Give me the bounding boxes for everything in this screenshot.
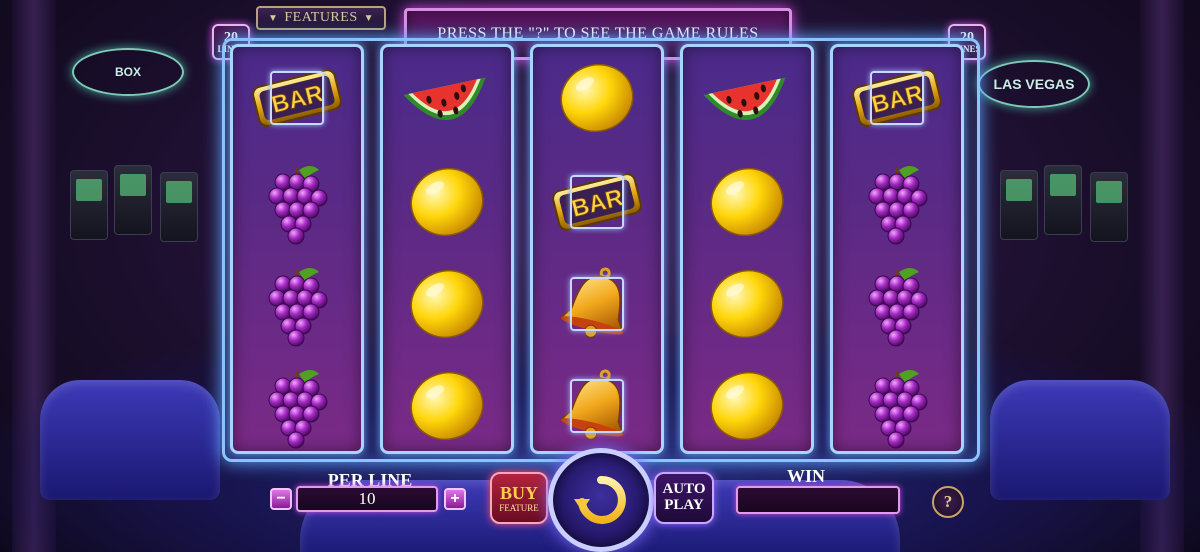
grapes-icon [868,370,928,449]
autoplay-label-2: PLAY [664,497,704,513]
reel-symbol-lemon [683,151,811,253]
lemon-icon [710,371,784,441]
reel-symbol-lemon [683,355,811,457]
lemon-icon [710,269,784,339]
background-lounge-seat [40,380,220,500]
reel-symbol-grapes [233,355,361,457]
symbol-highlight-frame [870,71,924,125]
background-slot-machine [1090,172,1128,242]
grapes-icon [268,166,328,245]
bet-per-line-panel: PER LINE − 10 + [266,470,472,528]
lemon-icon [560,63,634,133]
buy-feature-button[interactable]: BUY FEATURE [490,472,548,524]
buy-sub-label: FEATURE [499,502,539,513]
background-lounge-seat [990,380,1170,500]
reel-symbol-lemon [533,47,661,149]
spin-arrow-icon [574,475,626,524]
features-dropdown[interactable]: ▼ FEATURES ▼ [256,6,386,30]
lemon-icon [710,167,784,237]
grapes-icon [268,268,328,347]
background-neon-sign: LAS VEGAS [978,60,1090,108]
symbol-highlight-frame [570,175,624,229]
lemon-icon [410,269,484,339]
buy-label: BUY [499,482,538,503]
reel-3: BAR [530,44,664,454]
background-pillar [1140,0,1184,552]
reel-symbol-bar: BAR [533,151,661,253]
spin-button[interactable] [548,448,654,552]
background-slot-machine [70,170,108,240]
reel-symbol-bell [533,355,661,457]
reel-1: BAR [230,44,364,454]
grapes-icon [268,370,328,449]
symbol-highlight-frame [270,71,324,125]
lemon-icon [410,167,484,237]
reel-symbol-bar: BAR [233,47,361,149]
background-slot-machine [1000,170,1038,240]
reel-symbol-watermelon [383,47,511,149]
reel-symbol-grapes [833,253,961,355]
lemon-icon [410,371,484,441]
reel-2 [380,44,514,454]
reel-symbol-grapes [833,151,961,253]
symbol-highlight-frame [570,379,624,433]
reel-symbol-grapes [833,355,961,457]
autoplay-button[interactable]: AUTO PLAY [654,472,714,524]
decrease-bet-button[interactable]: − [270,488,292,510]
grapes-icon [868,166,928,245]
watermelon-icon [403,77,486,121]
watermelon-icon [703,77,786,121]
increase-bet-button[interactable]: + [444,488,466,510]
background-slot-machine [160,172,198,242]
grapes-icon [868,268,928,347]
background-pillar [12,0,56,552]
reel-symbol-lemon [383,253,511,355]
reel-symbol-watermelon [683,47,811,149]
triangle-down-icon: ▼ [267,12,279,24]
reel-symbol-grapes [233,151,361,253]
background-slot-machine [114,165,152,235]
features-label: FEATURES [284,10,358,25]
per-line-value: 10 [296,486,438,512]
reel-5: BAR [830,44,964,454]
reel-symbol-grapes [233,253,361,355]
win-value [736,486,900,514]
background-slot-machine [1044,165,1082,235]
background-neon-sign: BOX [72,48,184,96]
help-button[interactable]: ? [932,486,964,518]
reel-symbol-lemon [683,253,811,355]
reel-symbol-lemon [383,355,511,457]
reel-symbol-bell [533,253,661,355]
autoplay-label-1: AUTO [662,481,706,498]
triangle-down-icon: ▼ [363,12,375,24]
reel-4 [680,44,814,454]
symbol-highlight-frame [570,277,624,331]
reel-symbol-lemon [383,151,511,253]
reel-symbol-bar: BAR [833,47,961,149]
win-panel: WIN [736,466,902,518]
win-label: WIN [786,466,825,486]
